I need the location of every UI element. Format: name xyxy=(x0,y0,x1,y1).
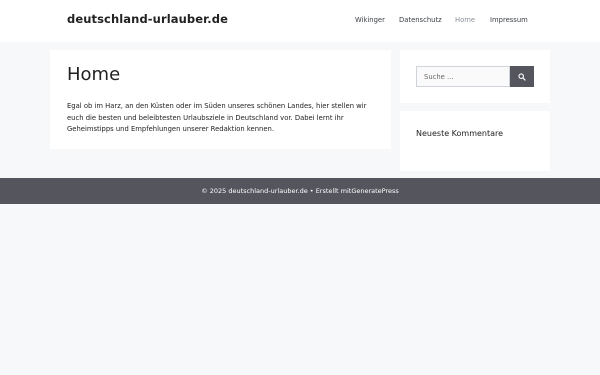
nav-item-home[interactable]: Home xyxy=(455,16,475,24)
site-header: deutschland-urlauber.de Wikinger Datensc… xyxy=(0,0,600,42)
recent-comments-widget: Neueste Kommentare xyxy=(400,111,550,171)
footer-copyright: © 2025 deutschland-urlauber.de • Erstell… xyxy=(201,187,352,195)
recent-comments-title: Neueste Kommentare xyxy=(416,129,504,138)
nav-item-wikinger[interactable]: Wikinger xyxy=(355,16,385,24)
site-footer: © 2025 deutschland-urlauber.de • Erstell… xyxy=(0,178,600,204)
main-navigation: Wikinger Datenschutz Home Impressum xyxy=(0,16,600,28)
page-title: Home xyxy=(67,64,121,85)
search-icon xyxy=(518,72,526,81)
search-widget xyxy=(400,50,550,103)
main-content: Home Egal ob im Harz, an den Küsten oder… xyxy=(50,50,391,149)
nav-item-impressum[interactable]: Impressum xyxy=(490,16,528,24)
footer-generatepress-link[interactable]: GeneratePress xyxy=(351,187,398,195)
search-button[interactable] xyxy=(510,66,534,87)
search-input[interactable] xyxy=(416,66,510,87)
nav-item-datenschutz[interactable]: Datenschutz xyxy=(399,16,442,24)
page-text: Egal ob im Harz, an den Küsten oder im S… xyxy=(67,102,367,133)
